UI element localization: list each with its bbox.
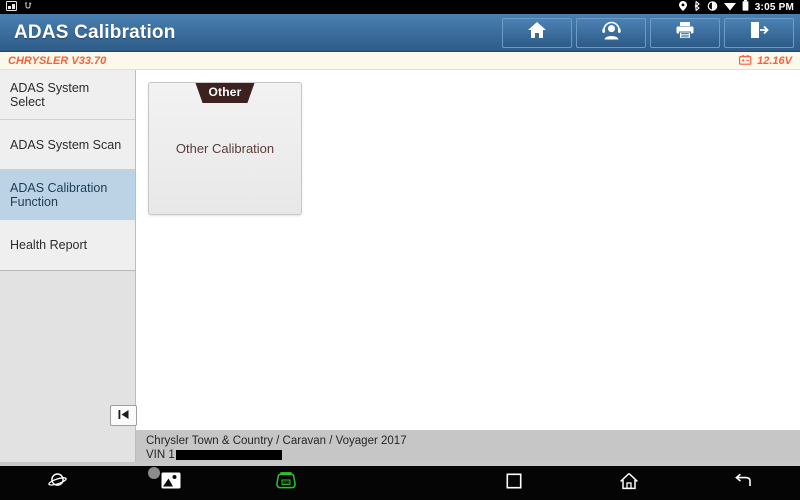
vci-button[interactable]: VCI <box>229 466 343 500</box>
square-icon <box>506 472 522 494</box>
sidebar-item-adas-calibration-function[interactable]: ADAS Calibration Function <box>0 170 135 220</box>
sidebar-item-label: Health Report <box>10 238 88 252</box>
vehicle-info-bar: Chrysler Town & Country / Caravan / Voya… <box>136 430 800 462</box>
sidebar-item-label: ADAS Calibration Function <box>10 180 108 209</box>
status-bar-clock: 3:05 PM <box>754 1 794 13</box>
sidebar-item-label: ADAS System Select <box>10 80 90 109</box>
printer-icon <box>675 21 695 44</box>
calibration-card-grid: Other Other Calibration <box>136 70 800 215</box>
image-icon <box>161 472 181 494</box>
other-calibration-card[interactable]: Other Other Calibration <box>148 82 302 215</box>
card-ribbon-badge: Other <box>195 83 255 103</box>
back-arrow-icon <box>733 472 753 494</box>
vehicle-version-label: CHRYSLER V33.70 <box>8 54 107 67</box>
print-button[interactable] <box>650 17 720 48</box>
android-nav-bar: VCI <box>0 462 800 500</box>
header-toolbar <box>502 17 794 48</box>
android-status-bar: 3:05 PM <box>0 0 800 14</box>
card-label: Other Calibration <box>175 141 275 156</box>
voltage-value: 12.16V <box>757 54 792 67</box>
vin-label: VIN 1 <box>146 449 175 461</box>
vci-icon: VCI <box>275 472 297 494</box>
home-icon <box>527 21 547 44</box>
version-bar: CHRYSLER V33.70 12.16V <box>0 52 800 70</box>
home-nav-button[interactable] <box>571 466 685 500</box>
recents-button[interactable] <box>457 466 571 500</box>
svg-text:VCI: VCI <box>283 481 289 485</box>
page-title: ADAS Calibration <box>14 21 176 43</box>
skip-to-start-icon <box>117 407 130 425</box>
app-header: ADAS Calibration <box>0 14 800 52</box>
sidebar-collapse-button[interactable] <box>110 405 137 426</box>
headset-person-icon <box>601 20 622 45</box>
main-content: Other Other Calibration <box>136 70 800 430</box>
planet-icon <box>47 471 67 495</box>
sidebar-menu: ADAS System Select ADAS System Scan ADAS… <box>0 70 135 271</box>
gallery-button[interactable] <box>114 466 228 500</box>
exit-door-icon <box>749 21 769 44</box>
home-indicator-dot <box>148 467 160 479</box>
battery-voltage-icon <box>739 52 752 70</box>
home-outline-icon <box>619 472 639 495</box>
back-button[interactable] <box>686 466 800 500</box>
vehicle-model-label: Chrysler Town & Country / Caravan / Voya… <box>146 435 407 447</box>
workspace: ADAS System Select ADAS System Scan ADAS… <box>0 70 800 430</box>
sidebar-item-health-report[interactable]: Health Report <box>0 220 135 270</box>
vehicle-bar-left-filler <box>0 430 136 462</box>
vehicle-vin-row: VIN 1 <box>146 448 800 462</box>
sidebar-item-label: ADAS System Scan <box>10 137 122 152</box>
home-button[interactable] <box>502 17 572 48</box>
sidebar-item-adas-system-select[interactable]: ADAS System Select <box>0 70 135 120</box>
browser-button[interactable] <box>0 466 114 500</box>
exit-button[interactable] <box>724 17 794 48</box>
sidebar: ADAS System Select ADAS System Scan ADAS… <box>0 70 136 430</box>
vin-redaction-bar <box>175 450 282 460</box>
sidebar-item-adas-system-scan[interactable]: ADAS System Scan <box>0 120 135 170</box>
support-button[interactable] <box>576 17 646 48</box>
voltage-indicator: 12.16V <box>739 52 792 70</box>
